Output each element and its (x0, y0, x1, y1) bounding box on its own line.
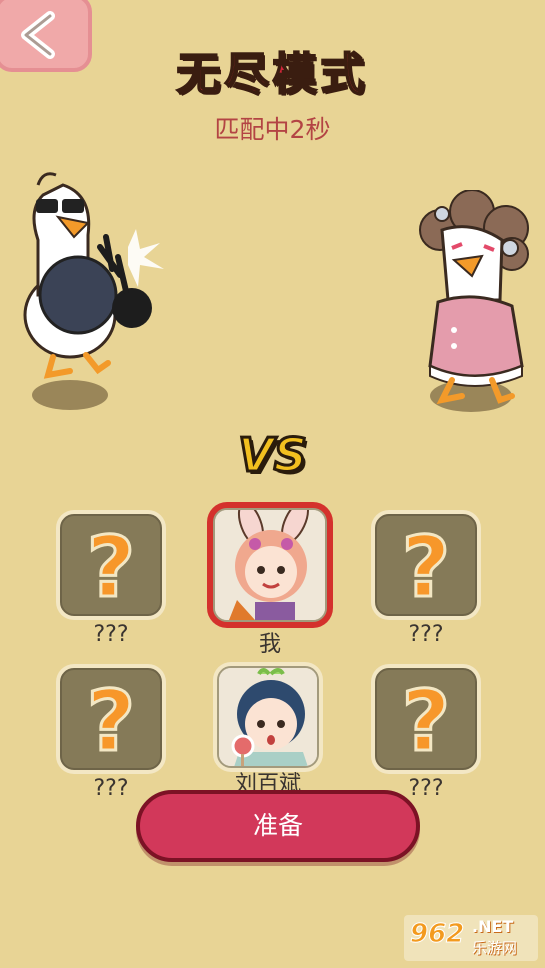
player-name: ??? (408, 622, 444, 647)
player-slot: ? (56, 664, 166, 774)
player-name-me: 我 (258, 632, 281, 657)
watermark-site-name: 乐游网 (472, 939, 518, 957)
site-watermark: 962 .NET 乐游网 (404, 915, 538, 961)
player-name: ??? (93, 622, 129, 647)
question-mark-icon: ? (400, 518, 452, 616)
unknown-player-avatar: ? (375, 514, 477, 616)
player-slot-me (207, 502, 333, 628)
question-mark-icon: ? (85, 672, 137, 770)
unknown-player-avatar: ? (375, 668, 477, 770)
bunny-girl-avatar-icon (213, 508, 327, 622)
player-slot: ? (371, 510, 481, 620)
question-mark-icon: ? (400, 672, 452, 770)
unknown-player-avatar: ? (60, 514, 162, 616)
watermark-logo: 962 (409, 919, 465, 950)
player-slot (213, 662, 323, 772)
watermark-net: .NET (472, 917, 514, 936)
boy-with-lollipop-avatar-icon (217, 666, 319, 768)
player-slot: ? (371, 664, 481, 774)
versus-label: VS (237, 427, 309, 484)
page-title: 无尽模式 (176, 48, 369, 101)
question-mark-icon: ? (85, 518, 137, 616)
cool-goose-icon (23, 172, 164, 379)
matching-status: 匹配中2秒 (214, 115, 331, 144)
granny-goose-icon (419, 190, 529, 405)
unknown-player-avatar: ? (60, 668, 162, 770)
ready-button[interactable]: 准备 (136, 790, 420, 862)
player-slot: ? (56, 510, 166, 620)
